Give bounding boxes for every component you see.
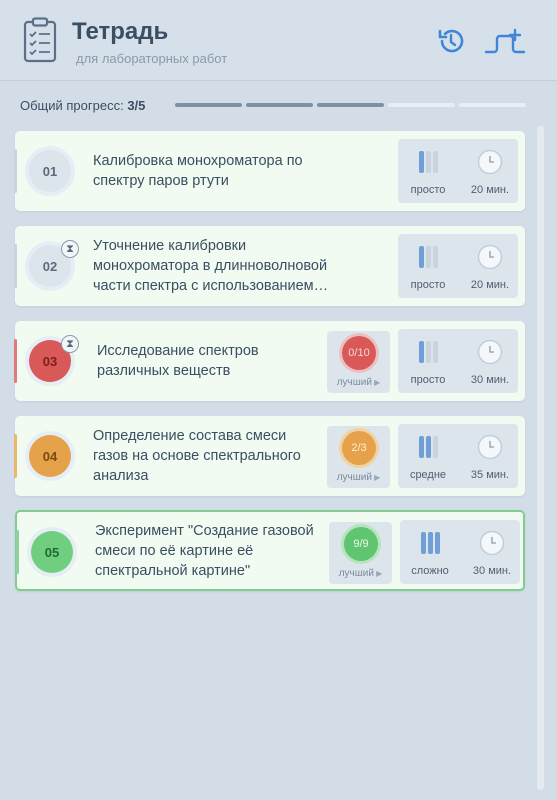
difficulty-bar: [433, 341, 438, 363]
best-score-label: лучший ▶: [329, 568, 392, 579]
difficulty-bar: [426, 436, 431, 458]
difficulty-bar: [419, 341, 424, 363]
progress-segment: [175, 103, 242, 107]
duration-label: 20 мин.: [470, 279, 510, 291]
experiment-number-badge: 05: [27, 527, 77, 577]
difficulty-label: средне: [409, 469, 447, 481]
experiment-number-badge: 04: [25, 431, 75, 481]
difficulty-bar: [426, 151, 431, 173]
status-marker: [14, 339, 17, 383]
difficulty-label: просто: [410, 279, 446, 291]
difficulty-bar: [421, 532, 426, 554]
difficulty-bar: [428, 532, 433, 554]
experiment-number: 01: [29, 150, 71, 192]
app-header: Тетрадь для лабораторных работ: [0, 0, 557, 81]
hourglass-icon: ⧗: [61, 240, 79, 258]
difficulty-bar: [419, 246, 424, 268]
duration-label: 35 мин.: [470, 469, 510, 481]
best-score-label-text: лучший: [336, 472, 372, 483]
best-score-value: 2/3: [342, 431, 376, 465]
difficulty-bars-icon: [419, 436, 439, 458]
best-score[interactable]: 0/10 лучший ▶: [327, 331, 390, 393]
experiment-title: Определение состава смеси газов на основ…: [93, 428, 301, 484]
progress-bar: [175, 103, 526, 107]
status-marker: [14, 149, 17, 193]
progress-segment: [317, 103, 384, 107]
difficulty-bar: [435, 532, 440, 554]
duration-label: 30 мин.: [470, 374, 510, 386]
best-score-label-text: лучший: [338, 568, 374, 579]
status-marker: [14, 434, 17, 478]
difficulty-bar: [433, 246, 438, 268]
difficulty-bar: [433, 151, 438, 173]
experiment-info: средне 35 мин.: [398, 424, 518, 488]
best-score[interactable]: 2/3 лучший ▶: [327, 426, 390, 488]
difficulty-bar: [426, 341, 431, 363]
difficulty-bar: [419, 436, 424, 458]
difficulty-bars-icon: [419, 246, 439, 268]
status-marker: [16, 530, 19, 574]
best-score-label-text: лучший: [336, 377, 372, 388]
experiment-card[interactable]: 01 Калибровка монохроматора по спектру па…: [14, 131, 525, 211]
experiment-card[interactable]: 04 Определение состава смеси газов на осн…: [14, 416, 525, 496]
progress-label-text: Общий прогресс:: [20, 98, 124, 113]
progress-label: Общий прогресс: 3/5: [20, 98, 145, 113]
experiment-title: Калибровка монохроматора по спектру паро…: [93, 153, 303, 189]
best-score-value: 9/9: [344, 527, 378, 561]
difficulty-bars-icon: [419, 341, 439, 363]
best-score-label: лучший ▶: [327, 377, 390, 388]
play-arrow-icon: ▶: [373, 569, 383, 578]
experiment-number: 05: [31, 531, 73, 573]
play-arrow-icon: ▶: [371, 378, 381, 387]
progress-segment: [246, 103, 313, 107]
experiment-card[interactable]: 05 Эксперимент "Создание газовой смеси по…: [15, 510, 525, 591]
difficulty-bar: [419, 151, 424, 173]
experiment-card[interactable]: 02 ⧗ Уточнение калибровки монохроматора в …: [14, 226, 525, 306]
add-experiment-icon[interactable]: [484, 26, 526, 56]
clock-icon: [479, 530, 505, 556]
experiment-title: Эксперимент "Создание газовой смеси по е…: [95, 522, 314, 579]
status-marker: [14, 244, 17, 288]
difficulty-label: просто: [410, 184, 446, 196]
duration-label: 20 мин.: [470, 184, 510, 196]
clock-icon: [477, 339, 503, 365]
best-score-value: 0/10: [342, 336, 376, 370]
progress-segment: [459, 103, 526, 107]
best-score[interactable]: 9/9 лучший ▶: [329, 522, 392, 584]
app-title: Тетрадь: [72, 18, 169, 45]
experiment-number-badge: 01: [25, 146, 75, 196]
experiment-card[interactable]: 03 ⧗ Исследование спектров различных вещес…: [14, 321, 525, 401]
difficulty-bar: [433, 436, 438, 458]
scrollbar[interactable]: [537, 126, 544, 790]
difficulty-label: сложно: [411, 565, 449, 577]
clock-icon: [477, 244, 503, 270]
progress-segment: [388, 103, 455, 107]
experiment-number: 04: [29, 435, 71, 477]
clock-icon: [477, 149, 503, 175]
difficulty-bars-icon: [421, 532, 441, 554]
experiment-title: Исследование спектров различных веществ: [97, 343, 259, 379]
clock-icon: [477, 434, 503, 460]
difficulty-bars-icon: [419, 151, 439, 173]
history-icon[interactable]: [436, 26, 466, 56]
experiment-info: сложно 30 мин.: [400, 520, 520, 584]
experiment-title: Уточнение калибровки монохроматора в дли…: [93, 238, 329, 294]
best-score-label: лучший ▶: [327, 472, 390, 483]
play-arrow-icon: ▶: [371, 473, 381, 482]
experiment-info: просто 20 мин.: [398, 234, 518, 298]
hourglass-icon: ⧗: [61, 335, 79, 353]
experiment-info: просто 20 мин.: [398, 139, 518, 203]
app-subtitle: для лабораторных работ: [76, 51, 228, 66]
experiment-info: просто 30 мин.: [398, 329, 518, 393]
difficulty-label: просто: [410, 374, 446, 386]
clipboard-checklist-icon: [23, 17, 57, 63]
progress-value: 3/5: [127, 98, 146, 113]
duration-label: 30 мин.: [472, 565, 512, 577]
difficulty-bar: [426, 246, 431, 268]
